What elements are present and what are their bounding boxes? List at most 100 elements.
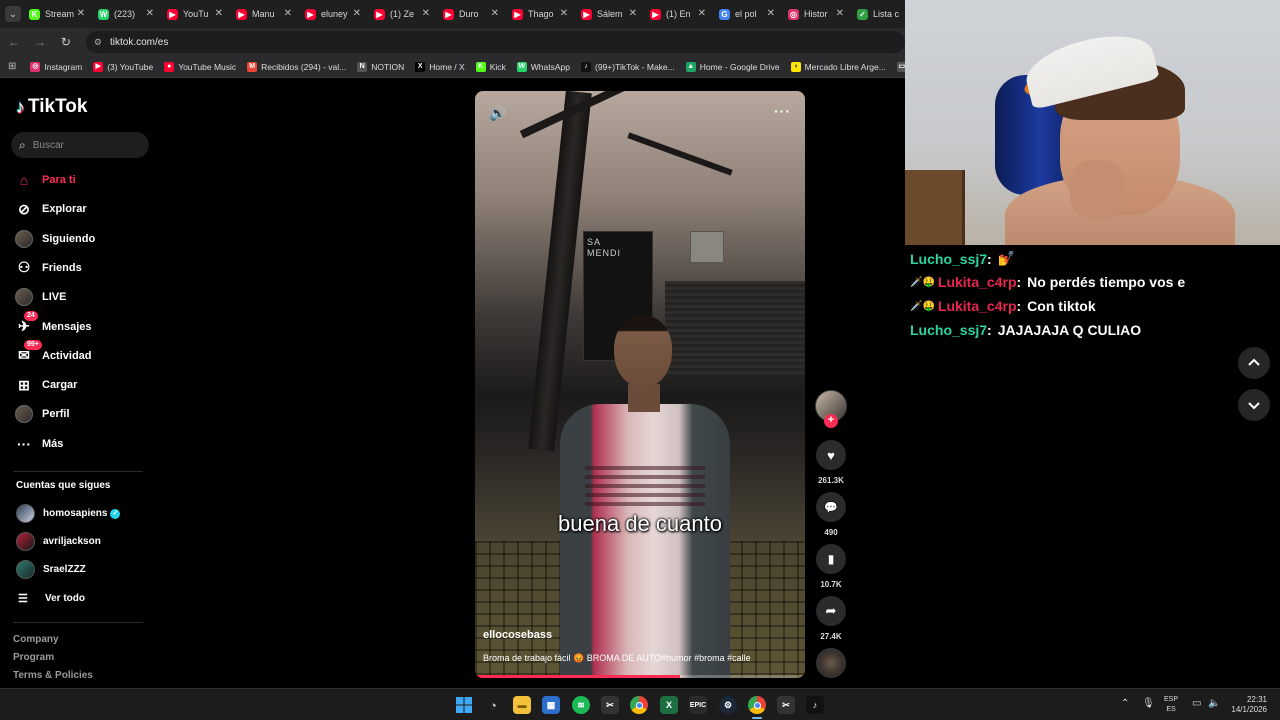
browser-tab[interactable]: ▶ Duro ✕ <box>439 0 508 28</box>
bookmark-item[interactable]: ♪ (99+)TikTok - Make... <box>580 61 675 72</box>
close-tab-icon[interactable]: ✕ <box>146 8 154 19</box>
copilot-icon[interactable]: ◔ <box>484 696 502 714</box>
bookmark-item[interactable]: ▶ (3) YouTube <box>93 61 153 72</box>
browser-tab[interactable]: Gel pol ✕ <box>715 0 784 28</box>
divider <box>13 622 143 623</box>
activity-icon: ✉ 99+ <box>14 339 42 366</box>
forward-icon[interactable]: → <box>28 35 52 49</box>
bookmark-item[interactable]: N NOTION <box>357 61 404 72</box>
close-tab-icon[interactable]: ✕ <box>629 8 637 19</box>
close-tab-icon[interactable]: ✕ <box>284 8 292 19</box>
close-tab-icon[interactable]: ✕ <box>422 8 430 19</box>
browser-tab[interactable]: ▶ Manu ✕ <box>232 0 301 28</box>
close-tab-icon[interactable]: ✕ <box>491 8 499 19</box>
nav-item-explorar[interactable]: ⊘ Explorar <box>14 199 87 219</box>
comment-button[interactable]: 💬 <box>816 492 846 522</box>
microphone-icon[interactable]: 🎙 <box>1142 698 1155 709</box>
chat-username: Lucho_ssj7 <box>910 322 988 338</box>
save-button[interactable]: ▮ <box>816 544 846 574</box>
nav-item-actividad[interactable]: ✉ 99+ Actividad <box>14 339 92 366</box>
browser-tab[interactable]: ▶ eluney ✕ <box>301 0 370 28</box>
nav-item-para-ti[interactable]: ⌂ Para ti <box>14 170 76 190</box>
browser-tab[interactable]: ▶ YouTu ✕ <box>163 0 232 28</box>
bookmark-item[interactable]: ▭PRO <box>896 61 905 72</box>
follow-plus-icon[interactable]: + <box>824 414 838 428</box>
chrome-active-icon[interactable] <box>748 696 766 719</box>
store-icon[interactable]: ▦ <box>542 696 560 714</box>
bookmark-item[interactable]: M Recibidos (294) - val... <box>247 61 346 72</box>
account-name: homosapiens <box>43 508 108 519</box>
more-options-icon[interactable]: ··· <box>774 103 791 119</box>
browser-tab[interactable]: ▶ (1) Ze ✕ <box>370 0 439 28</box>
reload-icon[interactable]: ↻ <box>54 35 78 49</box>
chrome-icon[interactable] <box>630 696 648 714</box>
capcut-2-icon[interactable]: ✂ <box>777 696 795 714</box>
spotify-icon[interactable]: ≋ <box>572 696 590 714</box>
browser-tab[interactable]: ▶ Thago ✕ <box>508 0 577 28</box>
browser-tab[interactable]: ✓Lista c✕ <box>853 0 905 28</box>
next-video-button[interactable] <box>1238 389 1270 421</box>
system-clock[interactable]: 22:31 14/1/2026 <box>1225 695 1267 715</box>
steam-icon[interactable]: ⚙ <box>719 696 737 714</box>
nav-item-perfil[interactable]: Perfil <box>14 404 70 424</box>
music-disc-icon[interactable] <box>816 648 846 678</box>
nav-item-friends[interactable]: ⚇ Friends <box>14 258 82 278</box>
share-button[interactable]: ➦ <box>816 596 846 626</box>
following-account[interactable]: homosapiens ✓ <box>16 504 121 523</box>
footer-link[interactable]: Program <box>13 652 54 663</box>
see-all-button[interactable]: ☰ Ver todo <box>18 592 85 605</box>
bookmark-item[interactable]: W WhatsApp <box>516 61 570 72</box>
previous-video-button[interactable] <box>1238 347 1270 379</box>
bookmark-item[interactable]: K Kick <box>475 61 506 72</box>
following-account[interactable]: SraelZZZ <box>16 560 86 579</box>
close-tab-icon[interactable]: ✕ <box>836 8 844 19</box>
tray-expand-icon[interactable]: ⌃ <box>1121 698 1129 709</box>
nav-item-cargar[interactable]: ⊞ Cargar <box>14 375 77 395</box>
excel-icon[interactable]: X <box>660 696 678 714</box>
tiktok-app-icon[interactable]: ♪ <box>806 696 824 714</box>
site-info-icon[interactable]: ⚙ <box>94 37 102 48</box>
language-indicator[interactable]: ESP ES <box>1164 695 1178 715</box>
windows-start-icon[interactable] <box>455 696 473 714</box>
epic-games-icon[interactable]: EPIC <box>689 696 707 714</box>
nav-item-mensajes[interactable]: ✈ 24 Mensajes <box>14 310 92 337</box>
close-tab-icon[interactable]: ✕ <box>767 8 775 19</box>
tab-search-icon[interactable]: ⌄ <box>5 6 21 22</box>
video-player[interactable]: SA MENDI 🔊 ··· buena de cuanto ellocoseb… <box>475 91 805 678</box>
nav-item-live[interactable]: LIVE <box>14 287 66 307</box>
bookmark-item[interactable]: ◎ Instagram <box>30 61 82 72</box>
file-explorer-icon[interactable]: ▬ <box>513 696 531 714</box>
like-button[interactable]: ♥ <box>816 440 846 470</box>
nav-item-siguiendo[interactable]: Siguiendo <box>14 229 95 249</box>
video-progress-bar[interactable] <box>475 675 805 678</box>
volume-icon[interactable]: 🔊 <box>489 105 506 122</box>
nav-item-m-s[interactable]: ··· Más <box>14 434 63 454</box>
close-tab-icon[interactable]: ✕ <box>77 8 85 19</box>
bookmark-item[interactable]: ● YouTube Music <box>164 61 236 72</box>
browser-tab[interactable]: ▶ Sálem ✕ <box>577 0 646 28</box>
tiktok-logo[interactable]: ♪ TikTok <box>16 96 87 118</box>
apps-grid-icon[interactable]: ⊞ <box>8 61 16 72</box>
browser-tab[interactable]: ▶ (1) En ✕ <box>646 0 715 28</box>
close-tab-icon[interactable]: ✕ <box>698 8 706 19</box>
speaker-icon[interactable]: 🔈 <box>1208 698 1220 709</box>
browser-tab[interactable]: ◎ Histor ✕ <box>784 0 853 28</box>
back-icon[interactable]: ← <box>2 35 26 49</box>
footer-link[interactable]: Terms & Policies <box>13 670 93 681</box>
bookmark-item[interactable]: ▲ Home - Google Drive <box>685 61 780 72</box>
close-tab-icon[interactable]: ✕ <box>215 8 223 19</box>
bookmark-item[interactable]: X Home / X <box>415 61 465 72</box>
tab-favicon-icon: ▶ <box>581 8 592 20</box>
following-account[interactable]: avriljackson <box>16 532 101 551</box>
browser-tab[interactable]: W (223) ✕ <box>94 0 163 28</box>
browser-tab[interactable]: K Stream ✕ <box>25 0 94 28</box>
network-icon[interactable]: ▭ <box>1192 698 1201 709</box>
close-tab-icon[interactable]: ✕ <box>560 8 568 19</box>
video-author[interactable]: ellocosebass <box>483 629 552 641</box>
close-tab-icon[interactable]: ✕ <box>353 8 361 19</box>
capcut-icon[interactable]: ✂ <box>601 696 619 714</box>
footer-link[interactable]: Company <box>13 634 59 645</box>
search-input[interactable]: ⌕ Buscar <box>11 132 149 158</box>
bookmark-item[interactable]: ◑ Mercado Libre Arge... <box>790 61 886 72</box>
address-bar[interactable]: ⚙ tiktok.com/es <box>85 31 905 53</box>
